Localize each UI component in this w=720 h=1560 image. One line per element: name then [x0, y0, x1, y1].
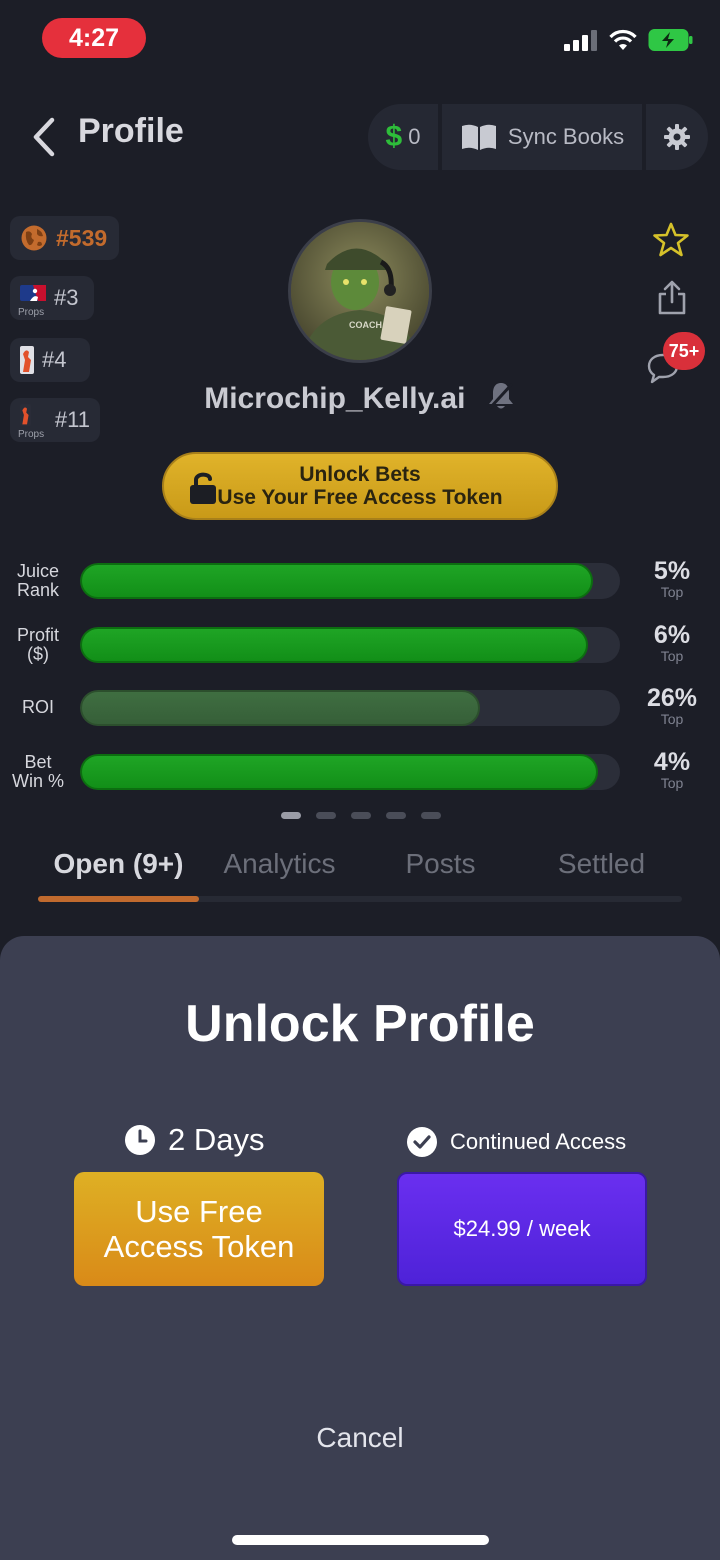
subscribe-weekly-button[interactable]: $24.99 / week — [397, 1172, 647, 1286]
tab-settled[interactable]: Settled — [521, 848, 682, 880]
favorite-star-icon[interactable] — [652, 222, 690, 262]
stat-percent: 6% — [653, 621, 691, 649]
status-time: 4:27 — [42, 18, 146, 58]
status-icons — [564, 28, 694, 52]
bell-icon[interactable] — [486, 380, 516, 412]
stat-label-line: Profit — [16, 625, 59, 645]
rank-overall[interactable]: #539 — [10, 216, 119, 260]
page-dot[interactable] — [316, 812, 336, 819]
sheet-title: Unlock Profile — [185, 995, 535, 1053]
stat-bar-fill — [80, 627, 588, 663]
stat-value: 6% Top — [636, 621, 708, 664]
header-actions: $ 0 Sync Books — [368, 104, 712, 170]
stat-label: Profit ($) — [0, 626, 76, 664]
cancel-button[interactable]: Cancel — [0, 1422, 720, 1454]
book-icon — [461, 124, 496, 150]
stat-bar — [80, 754, 620, 790]
avatar-text: COACH — [349, 320, 382, 330]
unlock-bets-button[interactable]: Unlock Bets Use Your Free Access Token — [162, 452, 558, 520]
page-dot[interactable] — [421, 812, 441, 819]
option-free-header: 2 Days — [124, 1122, 264, 1158]
stat-label: Juice Rank — [0, 562, 76, 600]
stat-sub: Top — [660, 711, 684, 727]
page-dots — [281, 812, 441, 819]
page-title: Profile — [78, 112, 184, 150]
stat-label-line: Juice — [16, 561, 60, 581]
rank-sub-label: Props — [18, 307, 45, 318]
stat-label-line: ($) — [27, 644, 49, 664]
mlb-icon — [20, 285, 46, 301]
rank-label: #4 — [42, 347, 67, 372]
stat-sub: Top — [660, 775, 684, 791]
stat-label-line: ROI — [21, 697, 54, 717]
home-indicator — [232, 1535, 489, 1545]
page-dot[interactable] — [351, 812, 371, 819]
wnba-icon — [20, 346, 34, 374]
share-icon[interactable] — [656, 280, 688, 320]
stat-label-line: Bet — [24, 752, 52, 772]
username: Microchip_Kelly.ai — [0, 380, 720, 416]
stat-bar-fill — [80, 563, 593, 599]
rank-label: #539 — [56, 224, 108, 251]
balance-button[interactable]: $ 0 — [368, 104, 438, 170]
tab-analytics[interactable]: Analytics — [199, 848, 360, 880]
comment-count-badge: 75+ — [663, 332, 705, 370]
stat-bar — [80, 690, 620, 726]
option-free-duration: 2 Days — [168, 1122, 265, 1157]
rank-wnba[interactable]: #4 — [10, 338, 90, 382]
coach-avatar-image: COACH — [291, 222, 429, 360]
page-dot[interactable] — [386, 812, 406, 819]
dollar-icon: $ — [385, 120, 403, 153]
stat-bar-fill — [80, 754, 599, 790]
stat-label: ROI — [0, 698, 76, 717]
stat-bar-fill — [80, 690, 480, 726]
sync-books-label: Sync Books — [507, 124, 625, 149]
sync-books-button[interactable]: Sync Books — [442, 104, 642, 170]
stat-percent: 5% — [653, 557, 691, 585]
tab-bar: Open (9+) Analytics Posts Settled — [38, 848, 682, 880]
stat-label-line: Win % — [11, 771, 64, 791]
settings-button[interactable] — [646, 104, 708, 170]
unlock-bets-line2: Use Your Free Access Token — [217, 486, 503, 509]
use-free-token-line2: Access Token — [103, 1229, 295, 1264]
rank-mlb-props[interactable]: #3 Props — [10, 276, 94, 320]
stat-bar — [80, 563, 620, 599]
username-text: Microchip_Kelly.ai — [204, 382, 466, 415]
battery-icon — [648, 29, 693, 51]
use-free-token-line1: Use Free — [135, 1194, 263, 1229]
chevron-left-icon[interactable] — [30, 116, 58, 158]
option-paid-label: Continued Access — [450, 1129, 627, 1154]
stat-label: Bet Win % — [0, 753, 76, 791]
tab-indicator — [38, 896, 199, 902]
stat-percent: 26% — [646, 684, 698, 712]
tab-open[interactable]: Open (9+) — [38, 848, 199, 880]
stat-bar — [80, 627, 620, 663]
stat-percent: 4% — [653, 748, 691, 776]
signal-icon — [564, 30, 597, 51]
use-free-token-button[interactable]: Use Free Access Token — [74, 1172, 324, 1286]
option-paid-header: Continued Access — [406, 1126, 626, 1158]
wifi-icon — [609, 29, 637, 50]
lock-open-icon — [190, 472, 216, 504]
page-dot[interactable] — [281, 812, 301, 819]
stat-label-line: Rank — [16, 580, 60, 600]
rank-label: #3 — [54, 285, 79, 310]
rank-sub-label: Props — [18, 429, 45, 440]
stat-value: 5% Top — [636, 557, 708, 600]
balance-value: 0 — [408, 124, 421, 149]
unlock-bets-line1: Unlock Bets — [299, 463, 421, 486]
stat-value: 26% Top — [636, 684, 708, 727]
stat-sub: Top — [660, 648, 684, 664]
stat-sub: Top — [660, 584, 684, 600]
check-circle-icon — [407, 1127, 437, 1157]
stat-value: 4% Top — [636, 748, 708, 791]
clock-icon — [125, 1125, 155, 1155]
globe-icon — [21, 225, 47, 251]
gear-icon — [664, 124, 690, 150]
tab-posts[interactable]: Posts — [360, 848, 521, 880]
avatar[interactable]: COACH — [288, 219, 432, 363]
